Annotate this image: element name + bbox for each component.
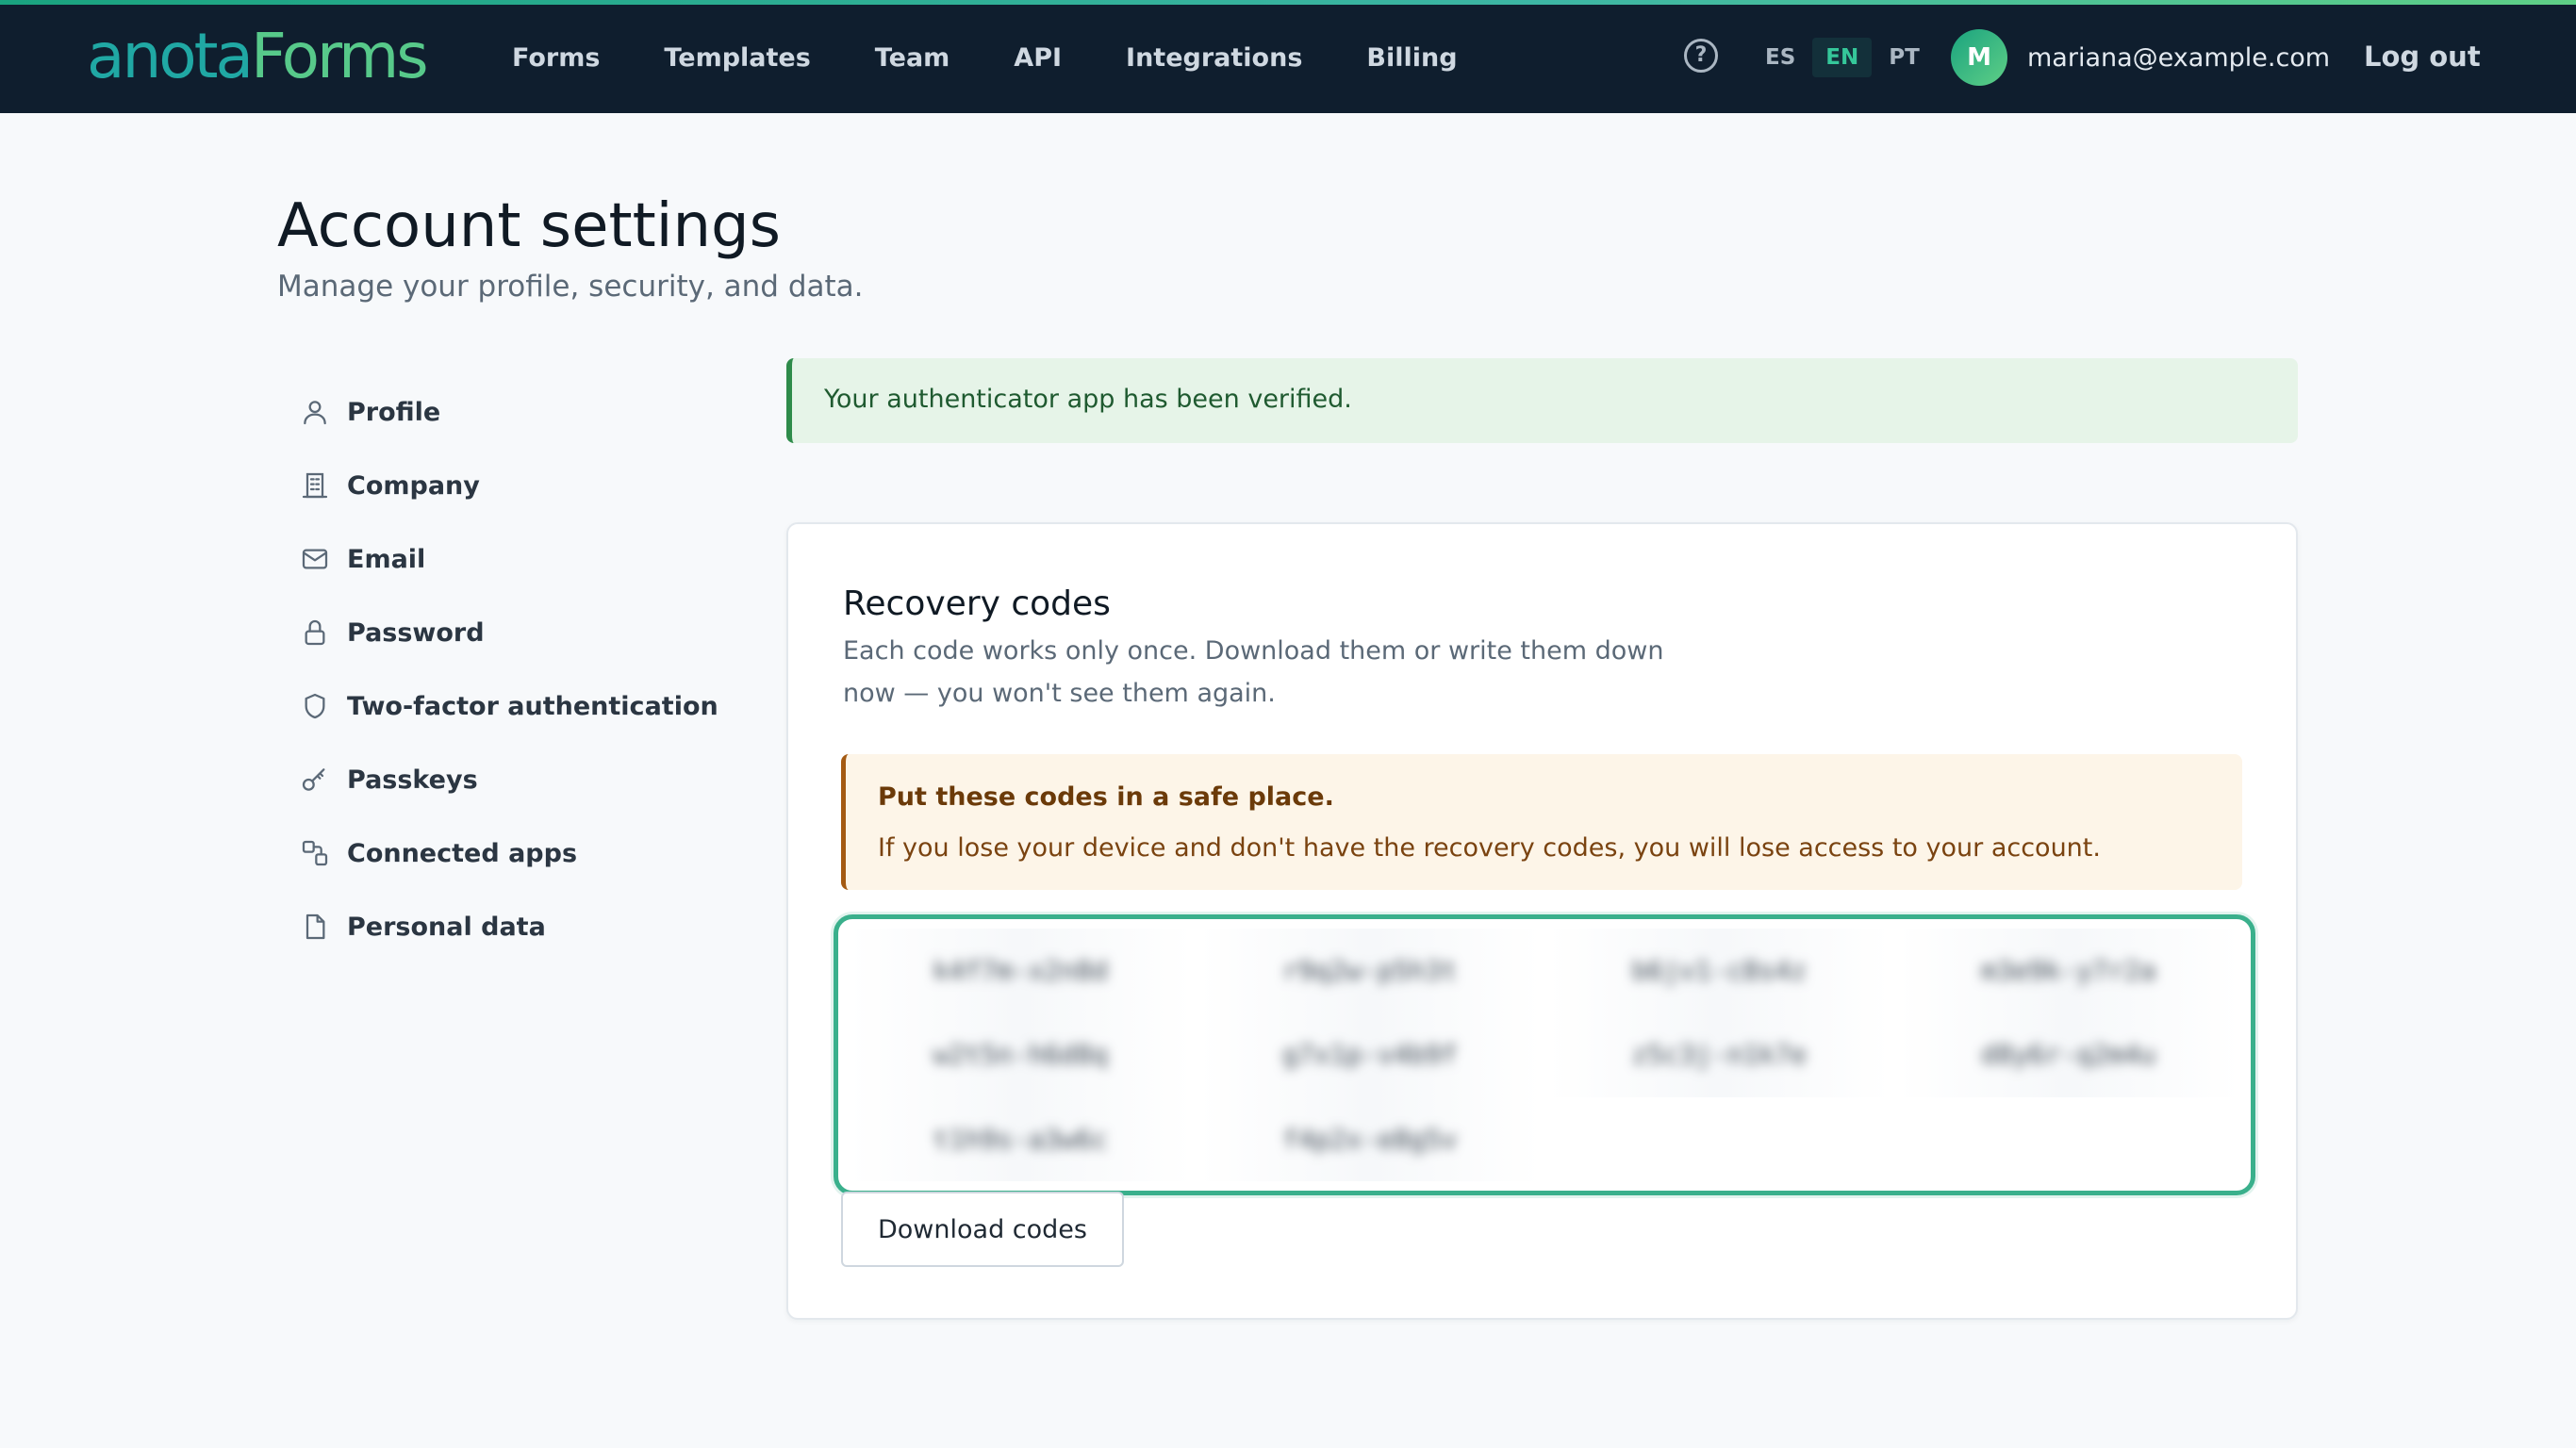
connected-apps-icon bbox=[296, 834, 334, 872]
building-icon bbox=[296, 467, 334, 504]
sidebar-item-label: Password bbox=[347, 617, 485, 648]
logout-button[interactable]: Log out bbox=[2364, 38, 2481, 75]
user-email[interactable]: mariana@example.com bbox=[2027, 40, 2330, 77]
language-switcher: ES EN PT bbox=[1752, 38, 1937, 77]
recovery-code-value: f4p2x-e8g5v bbox=[1282, 1123, 1458, 1155]
sidebar-item-label: Profile bbox=[347, 397, 441, 427]
shield-icon bbox=[296, 687, 334, 725]
sidebar-item-connected-apps[interactable]: Connected apps bbox=[296, 816, 730, 890]
recovery-code: f4p2x-e8g5v bbox=[1198, 1096, 1541, 1181]
recovery-code-value: g7x1p-v4b9f bbox=[1282, 1039, 1458, 1071]
recovery-code-value: z5c3j-n1k7e bbox=[1631, 1039, 1807, 1071]
mail-icon bbox=[296, 540, 334, 578]
recovery-code: b6jv1-c8s4z bbox=[1548, 929, 1891, 1013]
user-icon bbox=[296, 393, 334, 431]
sidebar-item-label: Connected apps bbox=[347, 838, 578, 868]
sidebar-item-profile[interactable]: Profile bbox=[296, 375, 730, 449]
key-icon bbox=[296, 761, 334, 798]
lock-icon bbox=[296, 614, 334, 651]
sidebar-item-label: Email bbox=[347, 544, 426, 574]
recovery-code-value: t1h9s-a3w6c bbox=[933, 1123, 1108, 1155]
sidebar-item-email[interactable]: Email bbox=[296, 522, 730, 596]
recovery-code-value: b6jv1-c8s4z bbox=[1631, 955, 1807, 987]
page-title: Account settings bbox=[277, 191, 781, 261]
logo-text-part1: anota bbox=[87, 20, 254, 92]
top-navigation-bar: anotaForms Forms Templates Team API Inte… bbox=[0, 0, 2576, 113]
page-subtitle: Manage your profile, security, and data. bbox=[277, 270, 864, 304]
warning-body: If you lose your device and don't have t… bbox=[878, 833, 2101, 863]
recovery-code: k4f7m-x2n8d bbox=[850, 929, 1192, 1013]
success-alert-message: Your authenticator app has been verified… bbox=[824, 385, 1352, 414]
recovery-code: t1h9s-a3w6c bbox=[850, 1096, 1192, 1181]
main-nav: Forms Templates Team API Integrations Bi… bbox=[512, 40, 1522, 77]
help-icon[interactable]: ? bbox=[1684, 39, 1718, 73]
lang-es[interactable]: ES bbox=[1752, 38, 1808, 77]
nav-api[interactable]: API bbox=[1014, 40, 1062, 77]
recovery-codes-list: k4f7m-x2n8d r9q2w-p5h3t b6jv1-c8s4z m3e9… bbox=[834, 914, 2255, 1195]
recovery-code-value: r9q2w-p5h3t bbox=[1282, 955, 1458, 987]
lang-en[interactable]: EN bbox=[1812, 38, 1873, 77]
recovery-code: d8y6r-q2m4u bbox=[1897, 1012, 2239, 1097]
recovery-code: r9q2w-p5h3t bbox=[1198, 929, 1541, 1013]
recovery-code: m3e9k-y7r2a bbox=[1897, 929, 2239, 1013]
recovery-code: w2t5n-h6d8q bbox=[850, 1012, 1192, 1097]
sidebar-item-label: Personal data bbox=[347, 912, 546, 942]
recovery-code: z5c3j-n1k7e bbox=[1548, 1012, 1891, 1097]
sidebar-item-label: Company bbox=[347, 470, 480, 501]
sidebar-item-passkeys[interactable]: Passkeys bbox=[296, 743, 730, 816]
brand-logo[interactable]: anotaForms bbox=[87, 20, 429, 92]
nav-forms[interactable]: Forms bbox=[512, 40, 600, 77]
recovery-codes-title: Recovery codes bbox=[843, 584, 1111, 623]
sidebar-item-label: Two-factor authentication bbox=[347, 691, 718, 721]
recovery-code-value: d8y6r-q2m4u bbox=[1981, 1039, 2156, 1071]
recovery-codes-description: Each code works only once. Download them… bbox=[843, 636, 1664, 708]
recovery-codes-card: Recovery codes Each code works only once… bbox=[786, 522, 2298, 1320]
nav-templates[interactable]: Templates bbox=[664, 40, 810, 77]
top-accent-stripe bbox=[0, 0, 2576, 5]
nav-billing[interactable]: Billing bbox=[1366, 40, 1457, 77]
recovery-code-value: k4f7m-x2n8d bbox=[933, 955, 1108, 987]
sidebar-item-password[interactable]: Password bbox=[296, 596, 730, 669]
sidebar-item-label: Passkeys bbox=[347, 765, 478, 795]
sidebar-item-two-factor[interactable]: Two-factor authentication bbox=[296, 669, 730, 743]
avatar[interactable]: M bbox=[1951, 29, 2007, 86]
logo-text-part2: Forms bbox=[250, 20, 429, 92]
recovery-code: g7x1p-v4b9f bbox=[1198, 1012, 1541, 1097]
file-icon bbox=[296, 908, 334, 946]
sidebar-item-company[interactable]: Company bbox=[296, 449, 730, 522]
nav-integrations[interactable]: Integrations bbox=[1126, 40, 1302, 77]
warning-title: Put these codes in a safe place. bbox=[878, 782, 1334, 812]
warning-callout: Put these codes in a safe place. If you … bbox=[841, 754, 2242, 890]
recovery-codes-grid: k4f7m-x2n8d r9q2w-p5h3t b6jv1-c8s4z m3e9… bbox=[850, 929, 2239, 1181]
download-codes-button[interactable]: Download codes bbox=[841, 1192, 1124, 1267]
nav-team[interactable]: Team bbox=[875, 40, 950, 77]
recovery-code-value: w2t5n-h6d8q bbox=[933, 1039, 1108, 1071]
settings-sidebar: Profile Company Email Password Two-facto… bbox=[296, 375, 730, 963]
sidebar-item-personal-data[interactable]: Personal data bbox=[296, 890, 730, 963]
lang-pt[interactable]: PT bbox=[1875, 38, 1933, 77]
success-alert: Your authenticator app has been verified… bbox=[786, 358, 2298, 443]
recovery-code-value: m3e9k-y7r2a bbox=[1981, 955, 2156, 987]
